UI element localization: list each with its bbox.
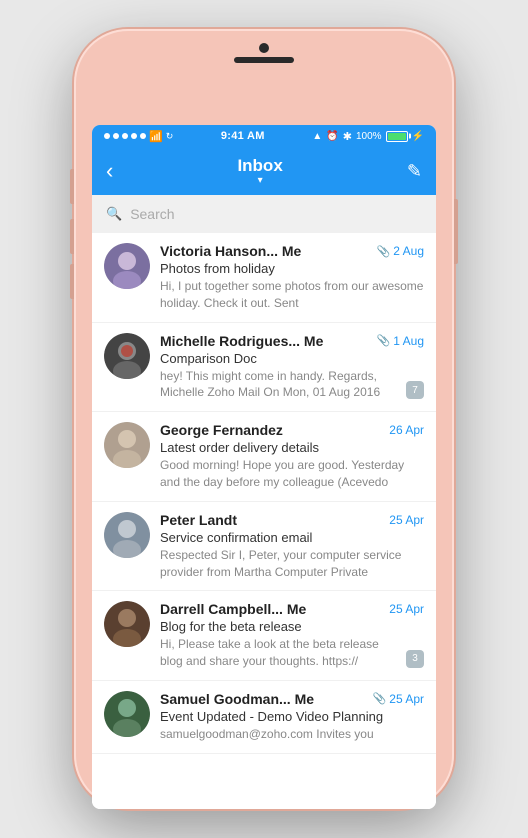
email-date-wrap: 26 Apr <box>389 423 424 437</box>
search-placeholder: Search <box>130 206 174 222</box>
status-time: 9:41 AM <box>221 130 265 142</box>
phone-wrapper: 📶 ↻ 9:41 AM ▲ ⏰ ✱ 100% ⚡ ‹ <box>0 0 528 838</box>
search-icon: 🔍 <box>106 206 122 222</box>
camera <box>259 43 269 53</box>
dropdown-chevron-icon[interactable]: ▾ <box>258 176 263 186</box>
email-preview: samuelgoodman@zoho.com Invites you <box>160 726 424 743</box>
email-badge: 7 <box>406 381 424 399</box>
speaker <box>234 57 294 63</box>
email-date: 25 Apr <box>389 692 424 706</box>
email-sender: Michelle Rodrigues... Me <box>160 333 323 349</box>
email-date-wrap: 📎 2 Aug <box>377 244 424 258</box>
avatar <box>104 333 150 379</box>
email-preview: Good morning! Hope you are good. Yesterd… <box>160 457 424 491</box>
signal-dot-2 <box>113 133 119 139</box>
email-preview: hey! This might come in handy. Regards, … <box>160 368 400 402</box>
email-preview-row: samuelgoodman@zoho.com Invites you <box>160 726 424 743</box>
location-icon: ▲ <box>312 131 322 142</box>
email-content: Darrell Campbell... Me 25 Apr Blog for t… <box>160 601 424 670</box>
email-date: 25 Apr <box>389 602 424 616</box>
header-center: Inbox ▾ <box>237 156 282 186</box>
phone-top <box>74 29 454 77</box>
status-right: ▲ ⏰ ✱ 100% ⚡ <box>312 130 424 143</box>
email-preview-row: Respected Sir I, Peter, your computer se… <box>160 547 424 581</box>
avatar <box>104 691 150 737</box>
email-content: George Fernandez 26 Apr Latest order del… <box>160 422 424 491</box>
email-subject: Blog for the beta release <box>160 619 424 634</box>
charging-icon: ⚡ <box>412 131 424 142</box>
email-sender: Peter Landt <box>160 512 237 528</box>
email-subject: Event Updated - Demo Video Planning <box>160 709 424 724</box>
email-preview-row: Hi, Please take a look at the beta relea… <box>160 636 424 670</box>
back-button[interactable]: ‹ <box>106 160 113 182</box>
wifi-icon: 📶 <box>149 130 163 143</box>
battery-percent: 100% <box>356 131 382 142</box>
email-preview: Respected Sir I, Peter, your computer se… <box>160 547 424 581</box>
email-date: 26 Apr <box>389 423 424 437</box>
signal-dots: 📶 ↻ <box>104 130 173 143</box>
email-subject: Latest order delivery details <box>160 440 424 455</box>
search-bar[interactable]: 🔍 Search <box>92 195 436 233</box>
email-header-row: Peter Landt 25 Apr <box>160 512 424 528</box>
email-date-wrap: 25 Apr <box>389 513 424 527</box>
battery-icon <box>386 131 408 142</box>
email-badge: 3 <box>406 650 424 668</box>
email-sender: Victoria Hanson... Me <box>160 243 301 259</box>
bluetooth-icon: ✱ <box>343 130 352 143</box>
avatar <box>104 512 150 558</box>
email-date: 2 Aug <box>393 244 424 258</box>
signal-dot-5 <box>140 133 146 139</box>
email-item[interactable]: Peter Landt 25 Apr Service confirmation … <box>92 502 436 592</box>
email-date: 25 Apr <box>389 513 424 527</box>
email-subject: Service confirmation email <box>160 530 424 545</box>
email-subject: Comparison Doc <box>160 351 424 366</box>
email-item[interactable]: George Fernandez 26 Apr Latest order del… <box>92 412 436 502</box>
email-subject: Photos from holiday <box>160 261 424 276</box>
phone-screen: 📶 ↻ 9:41 AM ▲ ⏰ ✱ 100% ⚡ ‹ <box>92 125 436 809</box>
email-date-wrap: 📎 1 Aug <box>377 334 424 348</box>
phone-frame: 📶 ↻ 9:41 AM ▲ ⏰ ✱ 100% ⚡ ‹ <box>74 29 454 809</box>
email-preview-row: Good morning! Hope you are good. Yesterd… <box>160 457 424 491</box>
email-content: Samuel Goodman... Me 📎 25 Apr Event Upda… <box>160 691 424 743</box>
battery-fill <box>388 133 406 140</box>
status-bar: 📶 ↻ 9:41 AM ▲ ⏰ ✱ 100% ⚡ <box>92 125 436 147</box>
email-sender: Darrell Campbell... Me <box>160 601 306 617</box>
email-sender: George Fernandez <box>160 422 283 438</box>
avatar <box>104 601 150 647</box>
email-content: Peter Landt 25 Apr Service confirmation … <box>160 512 424 581</box>
email-item[interactable]: Darrell Campbell... Me 25 Apr Blog for t… <box>92 591 436 681</box>
email-preview: Hi, Please take a look at the beta relea… <box>160 636 400 670</box>
email-sender: Samuel Goodman... Me <box>160 691 314 707</box>
email-header-row: Darrell Campbell... Me 25 Apr <box>160 601 424 617</box>
avatar <box>104 243 150 289</box>
alarm-icon: ⏰ <box>326 131 338 142</box>
email-header-row: Victoria Hanson... Me 📎 2 Aug <box>160 243 424 259</box>
email-date-wrap: 25 Apr <box>389 602 424 616</box>
avatar <box>104 422 150 468</box>
signal-dot-1 <box>104 133 110 139</box>
email-content: Victoria Hanson... Me 📎 2 Aug Photos fro… <box>160 243 424 312</box>
compose-button[interactable]: ✎ <box>407 161 422 182</box>
sync-icon: ↻ <box>166 131 174 142</box>
email-content: Michelle Rodrigues... Me 📎 1 Aug Compari… <box>160 333 424 402</box>
email-header-row: George Fernandez 26 Apr <box>160 422 424 438</box>
attachment-icon: 📎 <box>377 334 391 347</box>
attachment-icon: 📎 <box>373 692 387 705</box>
attachment-icon: 📎 <box>377 245 391 258</box>
email-date: 1 Aug <box>393 334 424 348</box>
email-preview: Hi, I put together some photos from our … <box>160 278 424 312</box>
email-date-wrap: 📎 25 Apr <box>373 692 424 706</box>
signal-dot-4 <box>131 133 137 139</box>
email-item[interactable]: Victoria Hanson... Me 📎 2 Aug Photos fro… <box>92 233 436 323</box>
email-list: Victoria Hanson... Me 📎 2 Aug Photos fro… <box>92 233 436 809</box>
email-header-row: Michelle Rodrigues... Me 📎 1 Aug <box>160 333 424 349</box>
email-header-row: Samuel Goodman... Me 📎 25 Apr <box>160 691 424 707</box>
header-title: Inbox <box>237 156 282 176</box>
email-preview-row: Hi, I put together some photos from our … <box>160 278 424 312</box>
app-header: ‹ Inbox ▾ ✎ <box>92 147 436 195</box>
email-item[interactable]: Michelle Rodrigues... Me 📎 1 Aug Compari… <box>92 323 436 413</box>
signal-dot-3 <box>122 133 128 139</box>
email-item[interactable]: Samuel Goodman... Me 📎 25 Apr Event Upda… <box>92 681 436 754</box>
email-preview-row: hey! This might come in handy. Regards, … <box>160 368 424 402</box>
